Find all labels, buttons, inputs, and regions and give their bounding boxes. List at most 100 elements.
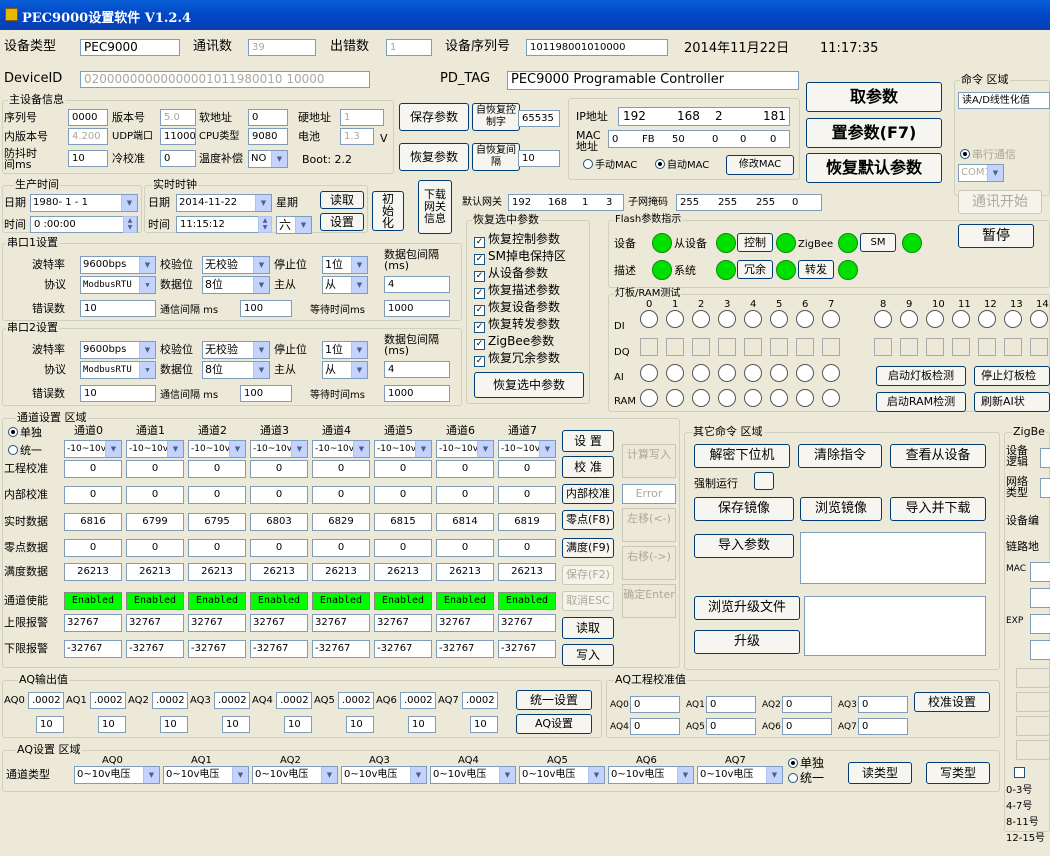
read-time-button[interactable]: 读取 <box>320 191 364 209</box>
dq-button[interactable] <box>978 338 996 356</box>
chan-lo-alarm-cell[interactable]: -32767 <box>498 640 556 658</box>
chan-hi-alarm-cell[interactable]: 32767 <box>498 614 556 632</box>
devtype-field[interactable]: PEC9000 <box>80 39 180 56</box>
chan-range-select[interactable]: -10~10v <box>188 440 246 458</box>
chan-write-button[interactable]: 写入 <box>562 644 614 666</box>
chan-lo-alarm-cell[interactable]: -32767 <box>312 640 370 658</box>
aq-calib-field[interactable]: 0 <box>706 696 756 713</box>
inner-field[interactable]: 4.200 <box>68 128 108 145</box>
zig-mac-field[interactable] <box>1030 562 1050 582</box>
com1-comm-field[interactable]: 100 <box>240 300 292 317</box>
aq-value-field[interactable]: .0002 <box>152 692 188 709</box>
chan-rt-cell[interactable]: 6803 <box>250 513 308 531</box>
zig-btn-3[interactable] <box>1016 716 1050 736</box>
chan-zero-cell[interactable]: 0 <box>498 539 556 557</box>
com1-wait-field[interactable]: 1000 <box>384 300 450 317</box>
bat-field[interactable]: 1.3 <box>340 128 374 145</box>
restore-selected-button[interactable]: 恢复选中参数 <box>474 372 584 398</box>
zig-btn-1[interactable] <box>1016 668 1050 688</box>
dq-button[interactable] <box>1004 338 1022 356</box>
auto-ctrl-button[interactable]: 自恢复控制字 <box>472 103 520 131</box>
aq-set-field[interactable]: 10 <box>160 716 188 733</box>
download-gw-info-button[interactable]: 下载网关信息 <box>418 180 452 234</box>
chan-zero-cell[interactable]: 0 <box>64 539 122 557</box>
aq-calib-field[interactable]: 0 <box>630 696 680 713</box>
shake-field[interactable]: 10 <box>68 150 108 167</box>
dq-button[interactable] <box>770 338 788 356</box>
get-params-button[interactable]: 取参数 <box>806 82 942 112</box>
chan-hi-alarm-cell[interactable]: 32767 <box>188 614 246 632</box>
chan-inner-cell[interactable]: 0 <box>498 486 556 504</box>
zig-dev-field[interactable] <box>1040 448 1050 468</box>
aq-value-field[interactable]: .0002 <box>400 692 436 709</box>
redun-button[interactable]: 冗余 <box>737 260 773 279</box>
comm-start-button[interactable]: 通讯开始 <box>958 190 1042 214</box>
chan-eng-cell[interactable]: 0 <box>498 460 556 478</box>
chan-inner-cell[interactable]: 0 <box>64 486 122 504</box>
aq-value-field[interactable]: .0002 <box>214 692 250 709</box>
pdtag-field[interactable]: PEC9000 Programable Controller <box>507 71 799 90</box>
chan-range-select[interactable]: -10~10v <box>312 440 370 458</box>
chan-eng-cell[interactable]: 0 <box>312 460 370 478</box>
import-download-button[interactable]: 导入并下载 <box>890 497 986 521</box>
chan-full-cell[interactable]: 26213 <box>312 563 370 581</box>
chan-zero-cell[interactable]: 0 <box>436 539 494 557</box>
com2-wait-field[interactable]: 1000 <box>384 385 450 402</box>
rtc-time-spinner[interactable]: ▲ ▼ <box>258 216 272 233</box>
dq-button[interactable] <box>666 338 684 356</box>
chan-inner-calib-button[interactable]: 内部校准 <box>562 484 614 504</box>
chan-hi-alarm-cell[interactable]: 32767 <box>436 614 494 632</box>
chan-enable-cell[interactable]: Enabled <box>126 592 184 610</box>
manual-mac-radio[interactable]: 手动MAC <box>583 159 637 173</box>
chan-lo-alarm-cell[interactable]: -32767 <box>64 640 122 658</box>
chan-rt-cell[interactable]: 6814 <box>436 513 494 531</box>
restore-params-button[interactable]: 恢复参数 <box>399 143 469 171</box>
aq-calib-field[interactable]: 0 <box>706 718 756 735</box>
soft-addr-field[interactable]: 0 <box>248 109 288 126</box>
chan-eng-cell[interactable]: 0 <box>436 460 494 478</box>
chan-rt-cell[interactable]: 6816 <box>64 513 122 531</box>
restore-redun-checkbox[interactable]: ✓ 恢复冗余参数 <box>474 351 560 367</box>
aq-calib-field[interactable]: 0 <box>782 696 832 713</box>
chan-enable-cell[interactable]: Enabled <box>498 592 556 610</box>
aq-type-select[interactable]: 0~10v电压 <box>430 766 516 784</box>
err-count-field[interactable]: 1 <box>386 39 432 56</box>
chan-eng-cell[interactable]: 0 <box>374 460 432 478</box>
chan-inner-cell[interactable]: 0 <box>436 486 494 504</box>
confirm-enter-button[interactable]: 确定Enter <box>622 584 676 618</box>
browse-upgrade-button[interactable]: 浏览升级文件 <box>694 596 800 620</box>
serial-comm-radio[interactable]: 串行通信 <box>960 148 1016 162</box>
chan-inner-cell[interactable]: 0 <box>250 486 308 504</box>
clear-cmd-button[interactable]: 清除指令 <box>798 444 882 468</box>
aq-calib-field[interactable]: 0 <box>858 696 908 713</box>
start-ram-button[interactable]: 启动RAM检测 <box>876 392 966 412</box>
dq-button[interactable] <box>718 338 736 356</box>
cold-field[interactable]: 0 <box>160 150 196 167</box>
serial-field[interactable]: 101198001010000 <box>526 39 668 56</box>
cmd-field[interactable]: 读A/D线性化值 <box>958 92 1050 109</box>
dq-button[interactable] <box>640 338 658 356</box>
auto-ctrl-field[interactable]: 65535 <box>518 110 560 127</box>
chan-range-select[interactable]: -10~10v <box>436 440 494 458</box>
chan-rt-cell[interactable]: 6815 <box>374 513 432 531</box>
zig-net-field[interactable] <box>1040 478 1050 498</box>
modify-mac-button[interactable]: 修改MAC <box>726 155 794 175</box>
chan-hi-alarm-cell[interactable]: 32767 <box>250 614 308 632</box>
force-run-button[interactable] <box>754 472 774 490</box>
aq-type-select[interactable]: 0~10v电压 <box>697 766 783 784</box>
aq-value-field[interactable]: .0002 <box>90 692 126 709</box>
chan-inner-cell[interactable]: 0 <box>312 486 370 504</box>
chan-eng-cell[interactable]: 0 <box>126 460 184 478</box>
dq-button[interactable] <box>926 338 944 356</box>
restore-sm-checkbox[interactable]: ✓ SM掉电保持区 <box>474 249 566 265</box>
zero-f8-button[interactable]: 零点(F8) <box>562 510 614 530</box>
com2-master-select[interactable]: 从 <box>322 361 368 379</box>
dq-button[interactable] <box>796 338 814 356</box>
chan-zero-cell[interactable]: 0 <box>188 539 246 557</box>
com2-proto-select[interactable]: ModbusRTU <box>80 361 156 379</box>
stop-lamp-button[interactable]: 停止灯板检 <box>974 366 1050 386</box>
chan-range-select[interactable]: -10~10v <box>498 440 556 458</box>
com2-err-field[interactable]: 10 <box>80 385 156 402</box>
view-slave-button[interactable]: 查看从设备 <box>890 444 986 468</box>
com1-gap-field[interactable]: 4 <box>384 276 450 293</box>
